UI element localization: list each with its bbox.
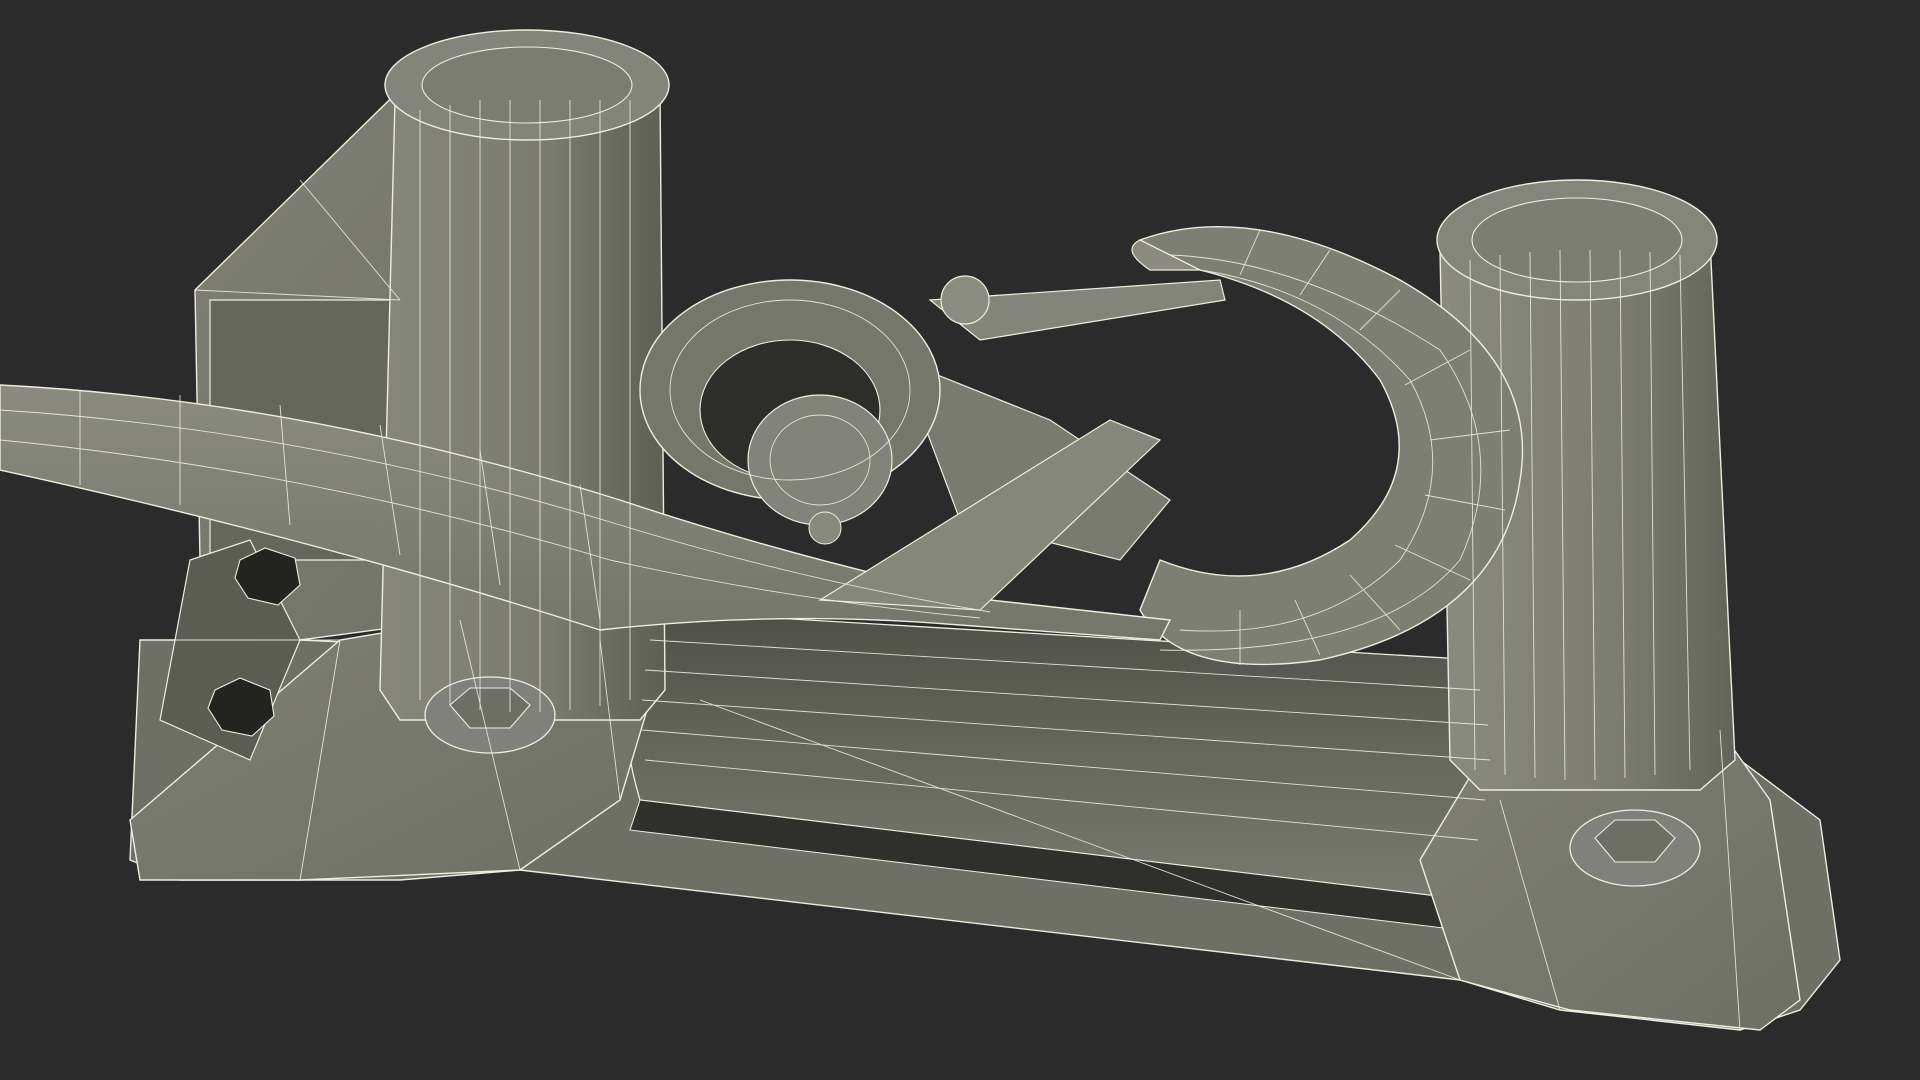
left-bolt [424, 676, 556, 754]
wireframe-scene [0, 29, 1841, 1031]
render-viewport [0, 0, 1920, 1080]
shackle [639, 279, 941, 545]
right-bolt [1569, 809, 1701, 887]
